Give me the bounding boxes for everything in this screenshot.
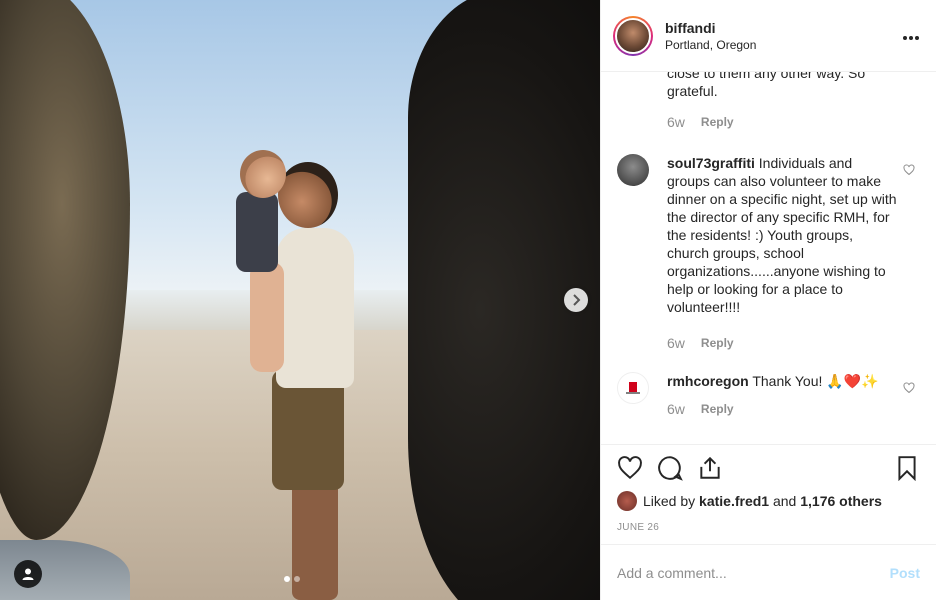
author-avatar[interactable] <box>613 15 653 56</box>
comment-text-partial: close to them any other way. So grateful… <box>667 72 866 99</box>
comment-time[interactable]: 6w <box>667 114 685 130</box>
carousel-dots <box>284 576 300 582</box>
comment-time[interactable]: 6w <box>667 334 685 352</box>
chevron-right-icon <box>573 294 581 306</box>
photo-man-shorts <box>272 370 344 490</box>
post-location[interactable]: Portland, Oregon <box>665 38 902 52</box>
next-photo-button[interactable] <box>564 288 588 312</box>
comment-username[interactable]: rmhcoregon <box>667 373 749 389</box>
carousel-dot-active <box>284 576 290 582</box>
post-photo[interactable] <box>0 0 600 600</box>
comment-username[interactable]: soul73graffiti <box>667 155 755 171</box>
commenter-avatar[interactable] <box>617 154 649 186</box>
photo-man-body <box>276 228 354 388</box>
author-username[interactable]: biffandi <box>665 20 902 36</box>
photo-kid-body <box>236 192 278 272</box>
like-heart-icon[interactable] <box>617 455 643 481</box>
reply-button[interactable]: Reply <box>701 400 734 418</box>
liker-avatar[interactable] <box>617 491 637 511</box>
liked-by-and: and <box>772 493 797 509</box>
comment-item: soul73graffiti Individuals and groups ca… <box>617 154 927 352</box>
ellipsis-icon[interactable] <box>902 30 920 41</box>
comment-input[interactable] <box>617 564 890 581</box>
like-comment-heart-icon[interactable] <box>903 164 915 176</box>
add-comment-bar: Post <box>601 544 936 600</box>
comment-item: rmhcoregon Thank You! 🙏❤️✨ 6w Reply <box>617 372 927 418</box>
person-icon <box>22 568 34 580</box>
reply-button[interactable]: Reply <box>701 334 734 352</box>
photo-kid-legs <box>250 262 284 372</box>
comment-time[interactable]: 6w <box>667 400 685 418</box>
like-comment-heart-icon[interactable] <box>903 382 915 394</box>
comment-meta: 6w Reply <box>667 114 734 130</box>
photo-kid-head <box>240 150 286 198</box>
post-header: biffandi Portland, Oregon <box>601 0 936 72</box>
comment-meta: 6w Reply <box>667 334 897 352</box>
comment-text: Thank You! 🙏❤️✨ <box>752 373 879 389</box>
liked-by-others[interactable]: 1,176 others <box>800 493 882 509</box>
tagged-users-button[interactable] <box>14 560 42 588</box>
liked-by-user[interactable]: katie.fred1 <box>699 493 769 509</box>
reply-button[interactable]: Reply <box>701 115 734 129</box>
comment-meta: 6w Reply <box>667 400 897 418</box>
liked-by-prefix: Liked by <box>643 493 696 509</box>
rmhc-logo-icon <box>626 382 640 394</box>
share-icon[interactable] <box>697 455 723 481</box>
post-frame: biffandi Portland, Oregon close to them … <box>0 0 936 600</box>
comment-text: Individuals and groups can also voluntee… <box>667 155 897 315</box>
bookmark-icon[interactable] <box>894 455 920 481</box>
post-button[interactable]: Post <box>890 565 920 581</box>
comment-bubble-icon[interactable] <box>657 455 683 481</box>
photo-rock-left <box>0 0 130 540</box>
commenter-avatar[interactable] <box>617 372 649 404</box>
post-date[interactable]: JUNE 26 <box>617 522 920 533</box>
carousel-dot <box>294 576 300 582</box>
post-sidebar: biffandi Portland, Oregon close to them … <box>600 0 936 600</box>
comments-list[interactable]: close to them any other way. So grateful… <box>601 72 936 444</box>
photo-man-head <box>278 162 338 228</box>
post-actions: Liked by katie.fred1 and 1,176 others JU… <box>601 444 936 544</box>
photo-man-legs <box>292 480 338 600</box>
likes-summary: Liked by katie.fred1 and 1,176 others <box>617 491 920 511</box>
